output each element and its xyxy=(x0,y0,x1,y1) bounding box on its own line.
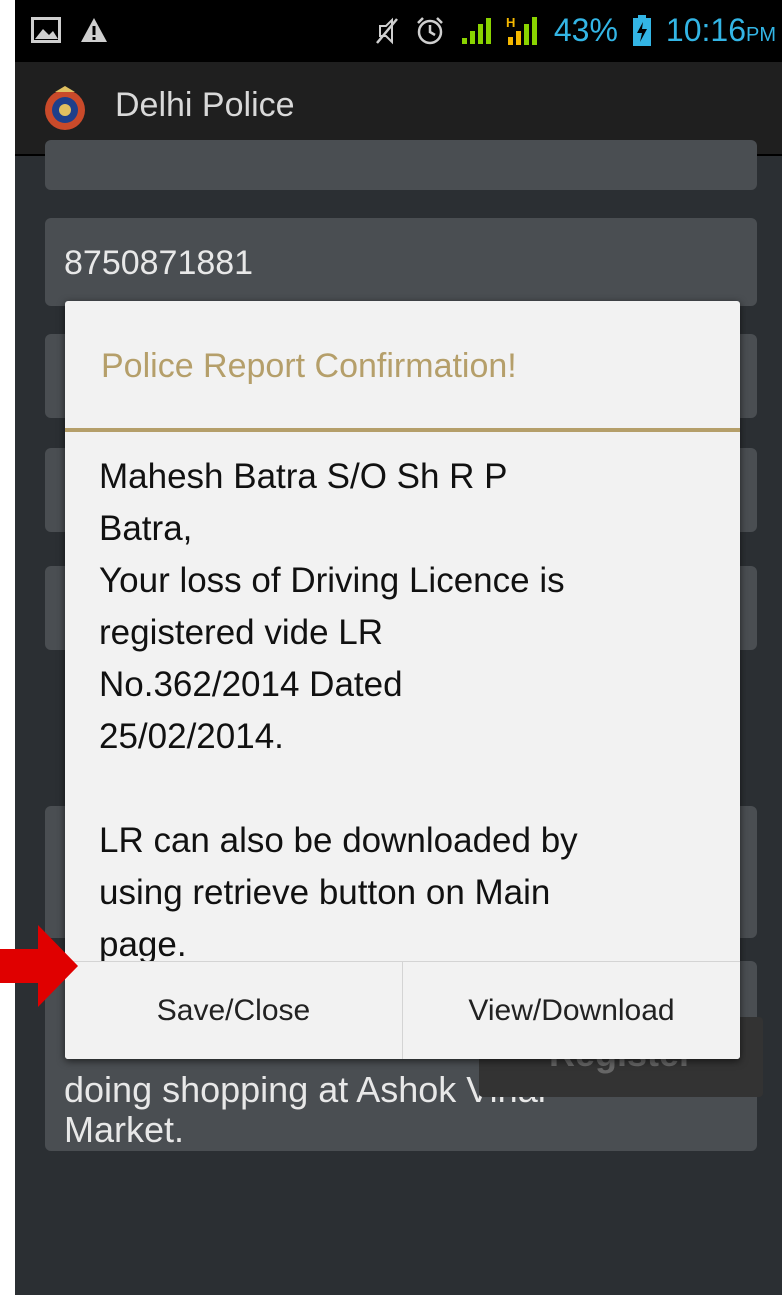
confirmation-dialog: Police Report Confirmation! Mahesh Batra… xyxy=(65,301,740,1059)
description-line-1: doing shopping at Ashok Vihar xyxy=(64,1069,550,1110)
clock: 10:16PM xyxy=(666,12,776,49)
app-title: Delhi Police xyxy=(115,86,295,124)
dialog-message: Mahesh Batra S/O Sh R P Batra, Your loss… xyxy=(99,457,578,964)
red-arrow-annotation xyxy=(0,925,78,1007)
mobile-number-value: 8750871881 xyxy=(64,244,254,282)
svg-text:H: H xyxy=(506,15,515,30)
battery-charging-icon xyxy=(632,14,651,46)
alarm-icon xyxy=(416,16,443,44)
form-content: 8750871881 doing shopping at Ashok Vihar… xyxy=(15,140,782,1295)
dialog-divider xyxy=(65,428,740,432)
description-line-2: Market. xyxy=(64,1109,185,1150)
warning-icon xyxy=(81,18,107,42)
signal-icon xyxy=(461,17,491,44)
view-download-button[interactable]: View/Download xyxy=(402,962,740,1059)
field-cutoff-top[interactable] xyxy=(45,140,757,190)
delhi-police-logo[interactable] xyxy=(41,84,89,132)
clock-time: 10:16 xyxy=(665,12,746,48)
status-bar: H 43% 10:16PM xyxy=(15,0,782,62)
mobile-number-field[interactable]: 8750871881 xyxy=(45,218,757,306)
mute-icon xyxy=(375,17,398,44)
hspa-signal-icon: H xyxy=(506,15,537,45)
dialog-title: Police Report Confirmation! xyxy=(101,347,517,385)
dialog-button-row: Save/Close View/Download xyxy=(65,961,740,1059)
image-icon xyxy=(31,17,61,43)
phone-screen: H 43% 10:16PM Delhi Police 8750871881 do… xyxy=(15,0,782,1295)
clock-ampm: PM xyxy=(746,24,776,46)
save-close-button[interactable]: Save/Close xyxy=(65,962,402,1059)
battery-percent: 43% xyxy=(553,12,618,48)
